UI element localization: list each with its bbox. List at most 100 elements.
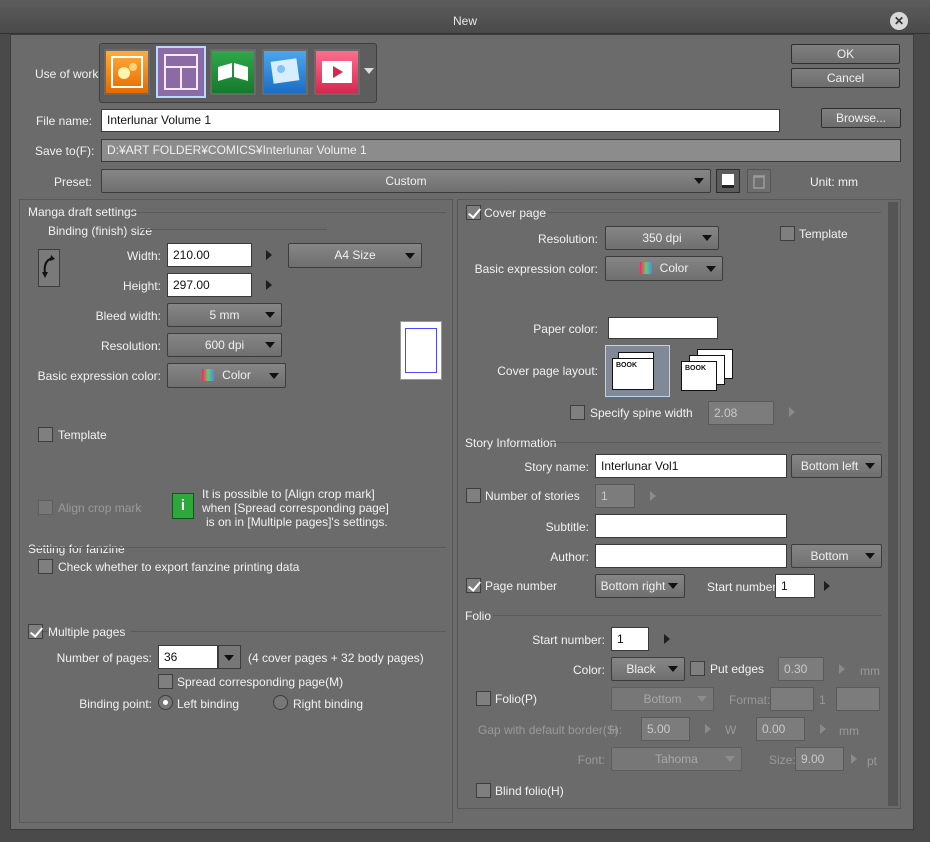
number-of-pages-field[interactable]: 36 (158, 645, 218, 669)
display-icon[interactable] (262, 49, 308, 95)
chevron-down-icon (269, 372, 279, 379)
align-crop-checkbox[interactable] (38, 500, 53, 515)
font-dropdown[interactable]: Tahoma (611, 747, 742, 771)
folio-checkbox[interactable] (476, 691, 491, 706)
height-step-icon[interactable] (266, 280, 272, 290)
color-dropdown[interactable]: Color (167, 363, 286, 388)
paper-color-swatch[interactable] (608, 317, 718, 339)
resolution-dropdown[interactable]: 600 dpi (167, 333, 282, 357)
rotate-icon (42, 255, 55, 278)
cover-layout-option-1[interactable]: BOOK (605, 345, 670, 397)
put-edges-checkbox[interactable] (690, 661, 705, 676)
story-name-position-dropdown[interactable]: Bottom left (791, 454, 882, 478)
folio-position-dropdown[interactable]: Bottom (611, 687, 714, 711)
cover-color-label: Basic expression color: (474, 262, 598, 276)
chevron-down-icon[interactable] (364, 68, 374, 74)
story-name-field[interactable]: Interlunar Vol1 (595, 454, 787, 478)
spine-step-icon[interactable] (789, 407, 795, 417)
gap-w-step-icon[interactable] (820, 724, 826, 734)
fanzine-section-title: Setting for fanzine (28, 542, 125, 556)
put-edges-step-icon[interactable] (839, 664, 845, 674)
fanzine-icon[interactable] (210, 49, 256, 95)
swap-orientation-button[interactable] (38, 249, 60, 287)
chevron-down-icon (265, 312, 275, 318)
align-crop-label: Align crop mark (58, 501, 142, 515)
gap-h-field[interactable]: 5.00 (641, 717, 690, 741)
book-label: BOOK (616, 362, 637, 369)
spine-width-checkbox[interactable] (570, 405, 585, 420)
file-name-field[interactable]: Interlunar Volume 1 (101, 109, 780, 132)
height-field[interactable]: 297.00 (167, 273, 252, 297)
cover-layout-option-2[interactable]: BOOK (677, 345, 739, 397)
chevron-down-icon (697, 696, 707, 702)
folio-start-field[interactable]: 1 (611, 627, 649, 651)
ok-button[interactable]: OK (791, 44, 900, 64)
width-step-icon[interactable] (266, 250, 272, 260)
spine-width-field[interactable]: 2.08 (708, 401, 774, 425)
gap-h-step-icon[interactable] (705, 724, 711, 734)
folio-start-step-icon[interactable] (664, 634, 670, 644)
scrollbar[interactable] (888, 202, 898, 806)
put-edges-field[interactable]: 0.30 (778, 657, 824, 681)
binding-divider (141, 229, 327, 230)
binding-size-title: Binding (finish) size (48, 224, 153, 238)
folio-label: Folio(P) (495, 692, 538, 706)
cover-resolution-value: 350 dpi (642, 231, 682, 245)
fanzine-checkbox[interactable] (38, 559, 53, 574)
story-name-position-value: Bottom left (800, 459, 859, 473)
color-swatch-icon (202, 369, 215, 381)
page-number-checkbox[interactable] (466, 578, 481, 593)
format-label: Format: (729, 693, 771, 707)
subtitle-field[interactable] (595, 514, 787, 538)
font-value: Tahoma (655, 752, 698, 766)
format-prefix-field[interactable] (770, 687, 814, 711)
title-bar: New ✕ (0, 0, 930, 34)
folio-color-dropdown[interactable]: Black (611, 657, 685, 681)
book-cover-icon: BOOK (612, 358, 654, 390)
register-preset-button[interactable] (716, 169, 740, 193)
new-dialog: New ✕ Use of work OK Cancel File name: I… (0, 0, 930, 842)
number-of-pages-dropdown[interactable] (218, 645, 241, 669)
cover-color-dropdown[interactable]: Color (605, 256, 723, 281)
animation-icon[interactable] (314, 49, 360, 95)
story-start-number-field[interactable]: 1 (775, 574, 815, 598)
chevron-down-icon (725, 756, 735, 762)
unit-label-text: Unit: (810, 175, 835, 189)
bleed-width-dropdown[interactable]: 5 mm (167, 303, 282, 327)
comic-icon[interactable] (156, 46, 206, 98)
cancel-button[interactable]: Cancel (791, 68, 900, 88)
browse-button[interactable]: Browse... (821, 108, 901, 128)
multiple-pages-checkbox[interactable] (28, 624, 43, 639)
cover-page-checkbox[interactable] (466, 205, 481, 220)
delete-preset-button[interactable] (747, 169, 771, 193)
illustration-icon[interactable] (104, 49, 150, 95)
cover-template-checkbox[interactable] (780, 226, 795, 241)
author-field[interactable] (595, 544, 787, 568)
height-label: Height: (122, 279, 161, 293)
spread-page-checkbox[interactable] (158, 674, 173, 689)
size-field[interactable]: 9.00 (795, 747, 844, 771)
template-checkbox[interactable] (38, 427, 53, 442)
size-preset-dropdown[interactable]: A4 Size (288, 243, 422, 268)
preset-dropdown[interactable]: Custom (101, 169, 711, 193)
width-field[interactable]: 210.00 (167, 243, 252, 267)
stories-step-icon[interactable] (650, 491, 656, 501)
cover-layout-label: Cover page layout: (497, 364, 598, 378)
author-position-dropdown[interactable]: Bottom (791, 544, 882, 568)
number-of-stories-checkbox[interactable] (466, 488, 481, 503)
left-binding-radio[interactable] (158, 695, 173, 710)
right-binding-radio[interactable] (273, 695, 288, 710)
number-of-stories-field[interactable]: 1 (595, 484, 635, 508)
spread-page-label: Spread corresponding page(M) (177, 675, 344, 689)
gap-w-field[interactable]: 0.00 (756, 717, 805, 741)
close-icon[interactable]: ✕ (890, 12, 908, 30)
bleed-width-label: Bleed width: (95, 309, 161, 323)
page-number-position-value: Bottom right (600, 579, 666, 593)
size-step-icon[interactable] (851, 754, 857, 764)
page-number-position-dropdown[interactable]: Bottom right (595, 574, 685, 598)
story-start-step-icon[interactable] (824, 581, 830, 591)
format-suffix-field[interactable] (836, 687, 880, 711)
blind-folio-checkbox[interactable] (476, 783, 491, 798)
cover-resolution-dropdown[interactable]: 350 dpi (605, 226, 719, 250)
use-of-work-label: Use of work (35, 67, 99, 81)
